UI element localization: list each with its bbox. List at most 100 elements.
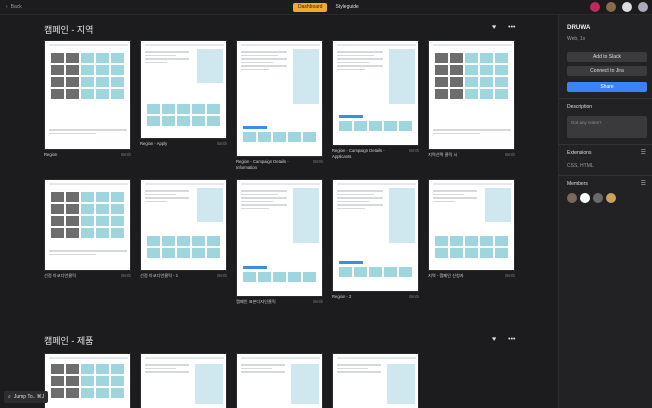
back-button[interactable]: ‹ Back [6,4,22,10]
thumb-cell [480,53,493,63]
thumb-cell [96,364,109,374]
screen-thumbnail[interactable] [140,40,227,139]
thumb-cell [495,89,508,99]
heart-icon[interactable]: ♥ [492,336,496,343]
thumb-cell [258,272,271,282]
screen-card[interactable]: 선정 아코디언클릭 Bmth [44,179,131,279]
screen-card[interactable]: Region Bmth [44,40,131,158]
avatar[interactable] [593,193,603,203]
screen-thumbnail[interactable] [236,353,323,408]
thumb-cell [66,364,79,374]
thumb-cell [435,248,448,258]
screen-card[interactable]: Region - 2 Bmth [332,179,419,300]
thumb-cell [450,65,463,75]
screen-thumbnail[interactable] [44,40,131,150]
connect-jira-button[interactable]: Connect to Jira [567,66,647,76]
screen-thumbnail[interactable] [44,353,131,408]
thumb-cell [111,216,124,226]
thumb-cell [354,121,367,131]
thumb-cell [147,248,160,258]
thumb-cell [81,65,94,75]
avatar[interactable] [567,193,577,203]
thumb-text [241,51,287,72]
share-button[interactable]: Share [567,82,647,92]
screen-card-label: Region - Apply Bmth [140,141,227,147]
avatar[interactable] [580,193,590,203]
settings-icon[interactable]: ☰ [641,149,646,156]
screen-card[interactable]: 지역선택 클릭 시 Bmth [428,40,515,158]
more-icon[interactable]: ••• [508,24,515,31]
screen-name: Region - Campaign Details - Applicants [332,148,385,159]
screen-card[interactable]: Region - Campaign Details - Information B… [236,40,323,170]
thumb-cell [162,104,175,114]
heart-icon[interactable]: ♥ [492,24,496,31]
thumb-cell [111,77,124,87]
screen-meta: Bmth [313,299,323,304]
screen-card-label: Region Bmth [44,152,131,158]
thumb-text [337,51,383,72]
thumb-cell [369,267,382,277]
tab-dashboard[interactable]: Dashboard [293,3,328,12]
screen-name: Region - Campaign Details - Information [236,159,289,170]
screen-meta: Bmth [121,273,131,278]
thumb-footer [49,129,127,136]
tab-styleguide[interactable]: Styleguide [330,3,363,12]
thumb-cell [303,132,316,142]
thumb-cell [51,77,64,87]
jump-to-search[interactable]: ⌕ Jump To.. ⌘J [4,391,49,403]
top-bar: ‹ Back Dashboard Styleguide [0,0,652,15]
screen-thumbnail[interactable] [332,353,419,408]
description-input[interactable]: Got any notes? [567,116,647,138]
thumb-cell [450,77,463,87]
thumb-cell [450,248,463,258]
screen-thumbnail[interactable] [428,40,515,150]
screen-card[interactable]: 선정 아코디언클릭 - 1 Bmth [140,179,227,279]
divider [559,98,652,99]
avatar[interactable] [606,193,616,203]
screen-thumbnail[interactable] [332,40,419,146]
thumb-cell [258,132,271,142]
screen-name: Region - 2 [332,294,352,299]
thumb-cell [66,192,79,202]
thumb-text [433,190,477,204]
help-icon[interactable] [622,2,632,12]
thumb-grid [243,132,316,142]
add-to-slack-button[interactable]: Add to Slack [567,52,647,62]
screen-thumbnail[interactable] [236,179,323,297]
thumb-cell [147,116,160,126]
notification-icon[interactable] [590,2,600,12]
screen-meta: Bmth [313,159,323,164]
thumb-cell [111,388,124,398]
thumb-cell [51,216,64,226]
screen-thumbnail[interactable] [140,179,227,271]
thumb-cell [450,53,463,63]
screen-card-label: 지역선택 클릭 시 Bmth [428,152,515,158]
thumb-photo [485,188,511,222]
screen-thumbnail[interactable] [236,40,323,157]
thumb-cell [51,53,64,63]
screen-thumbnail[interactable] [332,179,419,292]
thumb-photo [197,49,223,83]
screen-name: 선정 아코디언클릭 [44,273,76,278]
screen-thumbnail[interactable] [140,353,227,408]
screen-thumbnail[interactable] [44,179,131,271]
thumb-grid [147,236,220,258]
settings-icon[interactable]: ☰ [641,180,646,187]
mini-nav [49,183,128,185]
app-icon[interactable] [606,2,616,12]
screen-card[interactable]: Region - Campaign Details - Applicants Bm… [332,40,419,159]
thumb-cell [465,53,478,63]
screen-card[interactable]: 지역 - 캠페인 신청자 Bmth [428,179,515,279]
screen-card[interactable]: 캠페인 표본디자인클릭 Bmth [236,179,323,305]
thumb-cell [177,248,190,258]
mini-nav [145,44,224,46]
profile-avatar[interactable] [638,2,648,12]
screen-card-label: 선정 아코디언클릭 - 1 Bmth [140,273,227,279]
thumb-grid [339,267,412,277]
more-icon[interactable]: ••• [508,336,515,343]
screen-thumbnail[interactable] [428,179,515,271]
screen-card[interactable]: Region - Apply Bmth [140,40,227,147]
thumb-grid [435,53,508,99]
thumb-cell [192,104,205,114]
thumb-cell [111,204,124,214]
